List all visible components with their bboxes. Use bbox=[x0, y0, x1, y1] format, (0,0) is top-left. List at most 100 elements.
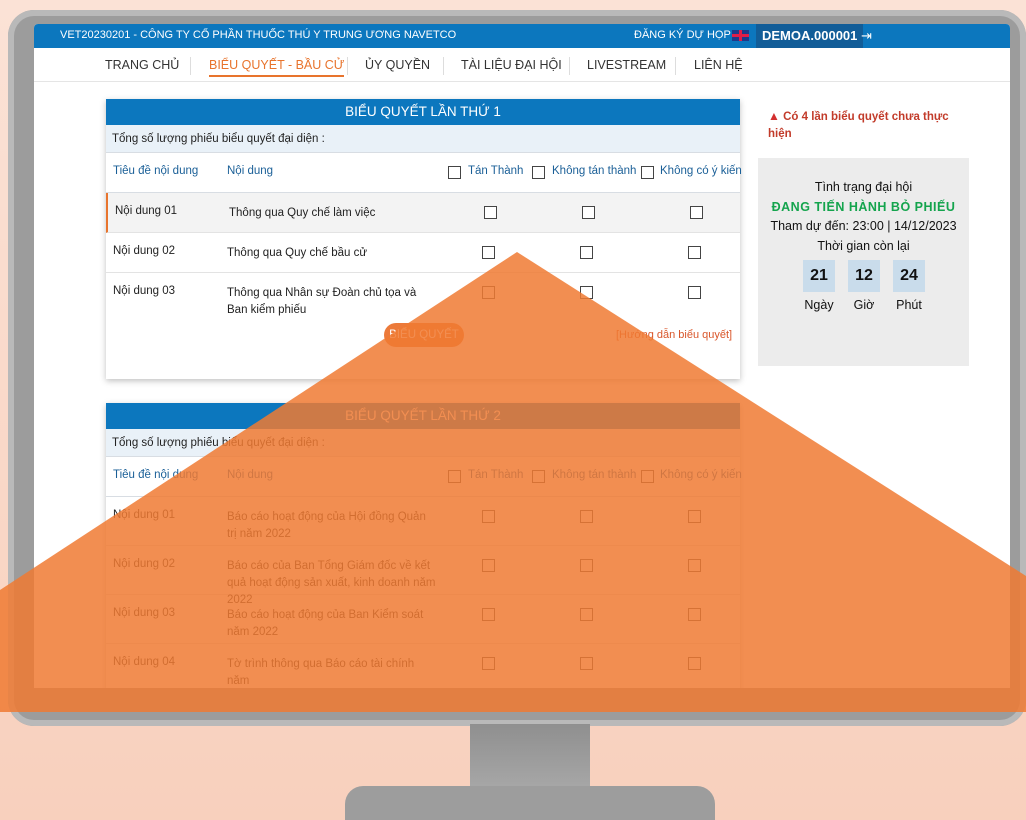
select-all-agree-checkbox[interactable] bbox=[448, 166, 461, 179]
col-disagree: Không tán thành bbox=[552, 469, 637, 481]
nav-divider bbox=[190, 57, 191, 75]
agree-checkbox[interactable] bbox=[482, 657, 495, 670]
agree-checkbox[interactable] bbox=[482, 510, 495, 523]
vote-summary: Tổng số lượng phiếu biểu quyết đại diện … bbox=[106, 125, 740, 153]
col-content: Nội dung bbox=[227, 165, 274, 177]
no-opinion-checkbox[interactable] bbox=[688, 246, 701, 259]
row-content: Thông qua Quy chế bầu cử bbox=[227, 247, 368, 259]
top-bar: VET20230201 - CÔNG TY CỔ PHẦN THUỐC THÚ … bbox=[34, 24, 1010, 48]
row-title: Nội dung 02 bbox=[113, 245, 176, 257]
account-badge[interactable]: DEMOA.000001 bbox=[756, 24, 864, 48]
monitor-stand bbox=[470, 724, 590, 794]
row-content: Thông qua Nhân sự Đoàn chủ tọa và Ban ki… bbox=[227, 287, 417, 316]
table-row: Nội dung 04 Tờ trình thông qua Báo cáo t… bbox=[106, 644, 740, 687]
select-all-disagree-checkbox[interactable] bbox=[532, 166, 545, 179]
col-no-opinion: Không có ý kiến bbox=[660, 469, 742, 481]
vote-card-2: BIỂU QUYẾT LẦN THỨ 2 Tổng số lượng phiếu… bbox=[106, 403, 742, 688]
agree-checkbox[interactable] bbox=[482, 246, 495, 259]
col-title: Tiêu đề nội dung bbox=[113, 165, 199, 177]
main-nav: TRANG CHỦ BIỂU QUYẾT - BẦU CỬ ỦY QUYỀN T… bbox=[34, 48, 1010, 82]
disagree-checkbox[interactable] bbox=[582, 206, 595, 219]
row-content: Báo cáo hoạt động của Hội đồng Quản trị … bbox=[227, 511, 426, 540]
nav-proxy[interactable]: ỦY QUYỀN bbox=[365, 58, 430, 72]
agree-checkbox[interactable] bbox=[482, 608, 495, 621]
no-opinion-checkbox[interactable] bbox=[690, 206, 703, 219]
company-name: VET20230201 - CÔNG TY CỔ PHẦN THUỐC THÚ … bbox=[60, 29, 457, 41]
vote-card-1: BIỂU QUYẾT LẦN THỨ 1 Tổng số lượng phiếu… bbox=[106, 99, 742, 379]
select-all-disagree-checkbox[interactable] bbox=[532, 470, 545, 483]
select-all-no-opinion-checkbox[interactable] bbox=[641, 470, 654, 483]
table-row: Nội dung 03 Báo cáo hoạt động của Ban Ki… bbox=[106, 595, 740, 644]
nav-livestream[interactable]: LIVESTREAM bbox=[587, 58, 666, 72]
table-header: Tiêu đề nội dung Nội dung Tán Thành Khôn… bbox=[106, 457, 742, 497]
nav-divider bbox=[675, 57, 676, 75]
table-row: Nội dung 02 Thông qua Quy chế bầu cử bbox=[106, 233, 740, 273]
row-title: Nội dung 02 bbox=[113, 558, 176, 570]
table-row: Nội dung 01 Báo cáo hoạt động của Hội đồ… bbox=[106, 497, 740, 546]
col-agree: Tán Thành bbox=[468, 165, 524, 177]
status-value: ĐANG TIẾN HÀNH BỎ PHIẾU bbox=[771, 200, 956, 214]
nav-voting[interactable]: BIỂU QUYẾT - BẦU CỬ bbox=[209, 58, 345, 77]
hours-label: Giờ bbox=[853, 298, 875, 312]
col-content: Nội dung bbox=[227, 469, 274, 481]
no-opinion-checkbox[interactable] bbox=[688, 510, 701, 523]
vote-card-title: BIỂU QUYẾT LẦN THỨ 2 bbox=[106, 403, 740, 429]
register-link[interactable]: ĐĂNG KÝ DỰ HỌP bbox=[634, 29, 731, 41]
row-title: Nội dung 01 bbox=[113, 509, 176, 521]
vote-actions: BIỂU QUYẾT [Hướng dẫn biểu quyết] bbox=[106, 323, 740, 363]
nav-documents[interactable]: TÀI LIỆU ĐẠI HỘI bbox=[461, 58, 562, 72]
meeting-status-panel: Tình trạng đại hội ĐANG TIẾN HÀNH BỎ PHI… bbox=[758, 158, 969, 366]
days-counter: 21 bbox=[803, 260, 835, 292]
screen: VET20230201 - CÔNG TY CỔ PHẦN THUỐC THÚ … bbox=[34, 24, 1010, 688]
logout-icon[interactable]: ⇥ bbox=[861, 28, 872, 44]
row-content: Báo cáo hoạt động của Ban Kiểm soát năm … bbox=[227, 609, 424, 638]
voting-guide-link[interactable]: [Hướng dẫn biểu quyết] bbox=[616, 329, 732, 341]
col-title: Tiêu đề nội dung bbox=[113, 469, 199, 481]
row-content: Thông qua Quy chế làm việc bbox=[229, 207, 376, 219]
select-all-agree-checkbox[interactable] bbox=[448, 470, 461, 483]
agree-checkbox[interactable] bbox=[482, 559, 495, 572]
agree-checkbox[interactable] bbox=[482, 286, 495, 299]
row-title: Nội dung 03 bbox=[113, 285, 176, 297]
pending-votes-warning: ▲ Có 4 lần biểu quyết chưa thực hiện bbox=[768, 108, 958, 143]
agree-checkbox[interactable] bbox=[484, 206, 497, 219]
remaining-label: Thời gian còn lại bbox=[817, 239, 910, 253]
table-row: Nội dung 02 Báo cáo của Ban Tổng Giám đố… bbox=[106, 546, 740, 606]
no-opinion-checkbox[interactable] bbox=[688, 608, 701, 621]
nav-home[interactable]: TRANG CHỦ bbox=[105, 58, 179, 72]
nav-divider bbox=[443, 57, 444, 75]
nav-contact[interactable]: LIÊN HỆ bbox=[694, 58, 743, 72]
table-header: Tiêu đề nội dung Nội dung Tán Thành Khôn… bbox=[106, 153, 742, 193]
no-opinion-checkbox[interactable] bbox=[688, 286, 701, 299]
select-all-no-opinion-checkbox[interactable] bbox=[641, 166, 654, 179]
monitor-stand-base bbox=[345, 786, 715, 820]
col-agree: Tán Thành bbox=[468, 469, 524, 481]
disagree-checkbox[interactable] bbox=[580, 559, 593, 572]
warning-icon: ▲ bbox=[768, 109, 780, 123]
row-content: Tờ trình thông qua Báo cáo tài chính năm bbox=[227, 658, 415, 687]
vote-card-title: BIỂU QUYẾT LẦN THỨ 1 bbox=[106, 99, 740, 125]
col-disagree: Không tán thành bbox=[552, 165, 637, 177]
nav-divider bbox=[569, 57, 570, 75]
hours-counter: 12 bbox=[848, 260, 880, 292]
days-label: Ngày bbox=[804, 298, 834, 312]
status-title: Tình trạng đại hội bbox=[814, 180, 913, 194]
disagree-checkbox[interactable] bbox=[580, 246, 593, 259]
minutes-label: Phút bbox=[896, 298, 922, 312]
attend-until: Tham dự đến: 23:00 | 14/12/2023 bbox=[770, 219, 957, 233]
uk-flag-icon[interactable] bbox=[732, 30, 749, 41]
disagree-checkbox[interactable] bbox=[580, 608, 593, 621]
table-row: Nội dung 03 Thông qua Nhân sự Đoàn chủ t… bbox=[106, 273, 740, 323]
col-no-opinion: Không có ý kiến bbox=[660, 165, 742, 177]
minutes-counter: 24 bbox=[893, 260, 925, 292]
disagree-checkbox[interactable] bbox=[580, 286, 593, 299]
warning-text: Có 4 lần biểu quyết chưa thực hiện bbox=[768, 111, 949, 140]
submit-vote-button[interactable]: BIỂU QUYẾT bbox=[384, 323, 464, 347]
nav-divider bbox=[347, 57, 348, 75]
no-opinion-checkbox[interactable] bbox=[688, 559, 701, 572]
no-opinion-checkbox[interactable] bbox=[688, 657, 701, 670]
vote-summary: Tổng số lượng phiếu biểu quyết đại diện … bbox=[106, 429, 740, 457]
disagree-checkbox[interactable] bbox=[580, 510, 593, 523]
row-title: Nội dung 04 bbox=[113, 656, 176, 668]
disagree-checkbox[interactable] bbox=[580, 657, 593, 670]
